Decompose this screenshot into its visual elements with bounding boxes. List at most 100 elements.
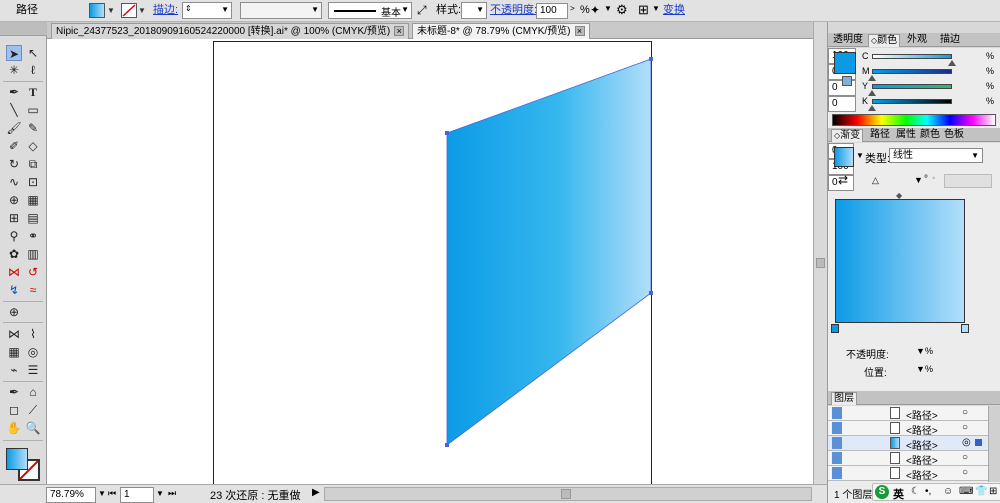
cyan-slider[interactable] (872, 54, 952, 59)
artboard-number-field[interactable]: 1 (120, 487, 154, 503)
tab-gradient[interactable]: ◇渐变 (831, 129, 864, 142)
warp-tool-icon[interactable]: ∿ (6, 174, 22, 190)
zoom-tool-icon[interactable]: 🔍 (25, 420, 41, 436)
color-spectrum[interactable] (832, 114, 996, 126)
column-graph-tool-icon[interactable]: ▥ (25, 246, 41, 262)
vertical-scrollbar[interactable] (813, 22, 827, 484)
stroke-weight-field[interactable]: ⇕ ▼ (182, 2, 232, 19)
tab-color-guide[interactable]: 颜色 (918, 129, 942, 142)
chevron-down-icon[interactable]: ▼ (856, 151, 864, 160)
black-slider[interactable] (872, 99, 952, 104)
close-icon[interactable]: × (394, 26, 405, 37)
pencil-tool-icon[interactable]: ✎ (25, 120, 41, 136)
ime-logo-icon[interactable]: S (875, 485, 889, 499)
hand-tool-icon[interactable]: ✋ (6, 420, 22, 436)
tab-pathfinder[interactable]: 路径 (868, 129, 892, 142)
position-dropdown-icon[interactable]: ▼ (916, 364, 925, 374)
width-tool-icon[interactable]: ⋈ (6, 264, 22, 280)
slider-thumb[interactable] (868, 105, 876, 111)
mesh-tool-icon[interactable]: ⊞ (6, 210, 22, 226)
tab-color[interactable]: ◇颜色 (868, 34, 901, 47)
tab-stroke[interactable]: 描边 (938, 34, 962, 47)
zoom-field[interactable]: 78.79% (46, 487, 96, 503)
chevron-down-icon[interactable]: ▼ (652, 4, 660, 13)
gradient-slider-preview[interactable] (835, 199, 965, 323)
crosshair-tool-icon[interactable]: ⊕ (6, 304, 22, 320)
tab-transparency[interactable]: 透明度 (831, 34, 865, 47)
ime-language[interactable]: 英 (893, 486, 904, 502)
blend-tool-icon[interactable]: ⚭ (25, 228, 41, 244)
slider-thumb[interactable] (948, 60, 956, 66)
layer-row[interactable]: <路径> ○ (828, 466, 988, 482)
anchor-point[interactable] (445, 443, 449, 447)
scale-tool-icon[interactable]: ⧉ (25, 156, 41, 172)
grid-menu-icon[interactable]: ⊞ (989, 486, 997, 497)
envelope-warp-tool-icon[interactable]: ⌇ (25, 326, 41, 342)
opacity-link[interactable]: 不透明度: (490, 2, 537, 19)
reshape-tool-icon[interactable]: ↺ (25, 264, 41, 280)
free-transform-tool-icon[interactable]: ⊡ (25, 174, 41, 190)
magenta-slider[interactable] (872, 69, 952, 74)
toolbox-grip[interactable] (0, 22, 47, 36)
stroke-swatch[interactable] (121, 3, 137, 18)
aspect-ratio-input[interactable] (944, 174, 992, 188)
magic-wand-tool-icon[interactable]: ✳ (6, 62, 22, 78)
chart-tool-icon[interactable]: ▦ (6, 344, 22, 360)
perspective-grid-tool-icon[interactable]: ▦ (25, 192, 41, 208)
fill-swatch[interactable] (89, 3, 105, 18)
align-icon[interactable]: ⊞ (638, 2, 649, 18)
blob-brush-tool-icon[interactable]: ✐ (6, 138, 22, 154)
gear-icon[interactable]: ⚙ (616, 2, 628, 18)
pen-tool-icon[interactable]: ✒ (6, 84, 22, 100)
status-menu-arrow[interactable]: ▶ (312, 487, 320, 498)
anchor-point[interactable] (649, 57, 653, 61)
target-icon[interactable]: ○ (962, 407, 968, 418)
black-value[interactable]: 0 (828, 96, 856, 112)
recolor-icon[interactable]: ✦ (590, 3, 600, 17)
target-icon[interactable]: ○ (962, 467, 968, 478)
tab-nipic-document[interactable]: Nipic_24377523_20180909160524220000 [转换]… (51, 23, 410, 39)
fill-color-preview[interactable] (834, 52, 856, 74)
layer-row[interactable]: <路径> ○ (828, 406, 988, 422)
anchor-point[interactable] (649, 291, 653, 295)
brush-definition[interactable]: 基本 ▼ (328, 2, 412, 19)
artboard-tool-icon[interactable]: ◻ (6, 402, 22, 418)
envelope-tool-icon[interactable]: ⋈ (6, 326, 22, 342)
stroke-link[interactable]: 描边: (153, 2, 178, 19)
layer-row[interactable]: <路径> ○ (828, 451, 988, 467)
direct-selection-tool-icon[interactable]: ↖ (25, 45, 41, 61)
anchor-point[interactable] (445, 131, 449, 135)
paintbrush-tool-icon[interactable]: 🖌 (6, 120, 22, 136)
chevron-down-icon[interactable]: ▼ (98, 489, 106, 498)
target-icon[interactable]: ◎ (962, 437, 971, 448)
skin-icon[interactable]: 👕 (975, 486, 987, 497)
transform-link[interactable]: 变换 (663, 2, 685, 19)
gradient-preview-swatch[interactable] (834, 147, 854, 167)
align-lines-tool-icon[interactable]: ☰ (25, 362, 41, 378)
slice-tool-icon[interactable]: ⟋ (25, 402, 41, 418)
type-tool-icon[interactable]: T (25, 84, 41, 100)
fill-color-box[interactable] (6, 448, 28, 470)
layer-row[interactable]: <路径> ○ (828, 421, 988, 437)
slider-thumb[interactable] (868, 75, 876, 81)
eyedropper-icon[interactable]: ✒ (6, 384, 22, 400)
reverse-gradient-icon[interactable]: ⇄ (838, 173, 848, 187)
opacity-arrow-icon[interactable]: > (570, 4, 575, 13)
spiral-tool-icon[interactable]: ◎ (25, 344, 41, 360)
first-artboard-icon[interactable]: ⏮ (108, 488, 116, 499)
eyedropper-tool-icon[interactable]: ⚲ (6, 228, 22, 244)
eraser-tool-icon[interactable]: ◇ (25, 138, 41, 154)
last-artboard-icon[interactable]: ⏭ (168, 488, 176, 499)
chevron-down-icon[interactable]: ▼ (604, 4, 612, 13)
scroll-thumb[interactable] (816, 258, 825, 268)
expand-arrows-icon[interactable]: ⤢ (417, 3, 427, 18)
angle-dropdown-icon[interactable]: ▼ (914, 175, 923, 185)
aspect-ratio-icon[interactable]: ◦ (932, 173, 936, 184)
rectangle-tool-icon[interactable]: ▭ (25, 102, 41, 118)
selection-square-icon[interactable] (975, 439, 982, 446)
gradient-type-select[interactable]: 线性 ▼ (889, 148, 983, 163)
tab-untitled-8[interactable]: 未标题-8* @ 78.79% (CMYK/预览) × (412, 23, 590, 39)
moon-icon[interactable]: ☾ (911, 486, 920, 497)
opacity-dropdown-icon[interactable]: ▼ (916, 346, 925, 356)
chevron-down-icon[interactable]: ▼ (156, 489, 164, 498)
